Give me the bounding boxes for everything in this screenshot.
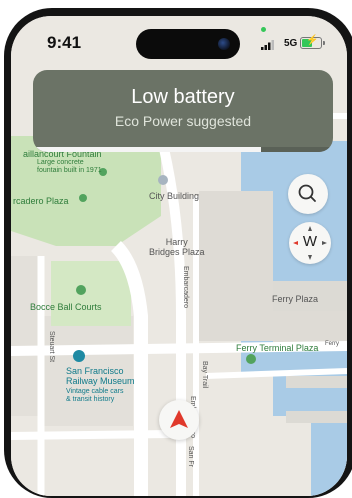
phone-mockup: aillancourt Fountain Large concrete foun… xyxy=(0,0,352,498)
building-block xyxy=(199,191,273,341)
banner-progress-fill xyxy=(33,147,261,152)
status-time: 9:41 xyxy=(47,33,82,52)
dynamic-island xyxy=(136,29,240,59)
park-pin xyxy=(246,354,256,364)
banner-progress-track xyxy=(33,147,333,152)
privacy-indicator-icon xyxy=(261,27,266,32)
pier xyxy=(286,411,347,423)
park-pin xyxy=(76,285,86,295)
map-label-harry-bridges: Harry Bridges Plaza xyxy=(149,237,205,258)
map-label-line: Railway Museum xyxy=(66,376,135,387)
map-label-line: Harry xyxy=(165,237,188,247)
map-label-san-fr: San Fr xyxy=(187,446,194,468)
map-label-line: Large concrete xyxy=(37,159,84,166)
current-location-button[interactable] xyxy=(159,400,199,440)
map-label-bay-trail: Bay Trail xyxy=(201,361,208,389)
map-label-line: & transit history xyxy=(66,396,115,404)
low-battery-banner[interactable]: Low battery Eco Power suggested xyxy=(33,70,333,152)
map-label-ferry-plaza: Ferry Plaza xyxy=(272,294,319,304)
map-label-embarcadero: rcadero Plaza xyxy=(13,196,69,206)
map-label-line: San Francisco xyxy=(66,366,124,376)
museum-pin xyxy=(73,350,85,362)
map-search-button[interactable] xyxy=(288,174,328,214)
map-label-city-building: City Building xyxy=(149,191,200,201)
charging-bolt-icon: ⚡ xyxy=(306,35,319,46)
building-block xyxy=(11,256,41,416)
search-icon xyxy=(298,184,316,202)
pier xyxy=(286,376,347,388)
compass-direction: W xyxy=(302,233,318,250)
map-label-museum-desc: Vintage cable cars & transit history xyxy=(66,388,123,404)
map-label-museum: San Francisco Railway Museum xyxy=(66,366,135,387)
map-label-ferry-terminal: Ferry Terminal Plaza xyxy=(236,343,319,353)
map-label-line: Bridges Plaza xyxy=(149,247,205,258)
banner-subtitle: Eco Power suggested xyxy=(114,113,252,129)
status-bar: 9:41 5G ⚡ xyxy=(11,16,347,68)
battery-tip xyxy=(323,41,325,45)
banner-title: Low battery xyxy=(131,86,235,108)
signal-icon xyxy=(261,40,274,50)
map-label-vaillancourt-desc: Large concrete fountain built in 1971 xyxy=(37,159,102,175)
map-label-line: Vintage cable cars xyxy=(66,388,124,395)
map-label-line: fountain built in 1971 xyxy=(37,167,102,175)
map-label-bocce: Bocce Ball Courts xyxy=(30,302,102,312)
camera-lens-icon xyxy=(218,38,230,50)
battery-icon: ⚡ xyxy=(300,35,322,49)
network-type: 5G xyxy=(284,38,298,49)
road xyxy=(11,430,172,440)
compass-button[interactable]: W xyxy=(289,222,331,264)
map-label-embarcadero-street: Embarcadero xyxy=(182,266,189,309)
navigation-arrow-icon xyxy=(170,410,188,428)
park-pin xyxy=(79,194,87,202)
park-area xyxy=(51,261,131,326)
map-label-ferry-short: Ferry xyxy=(325,341,339,347)
building-pin xyxy=(158,175,168,185)
phone-screen: aillancourt Fountain Large concrete foun… xyxy=(11,16,347,496)
map-label-steuart: Steuart St xyxy=(48,331,55,363)
